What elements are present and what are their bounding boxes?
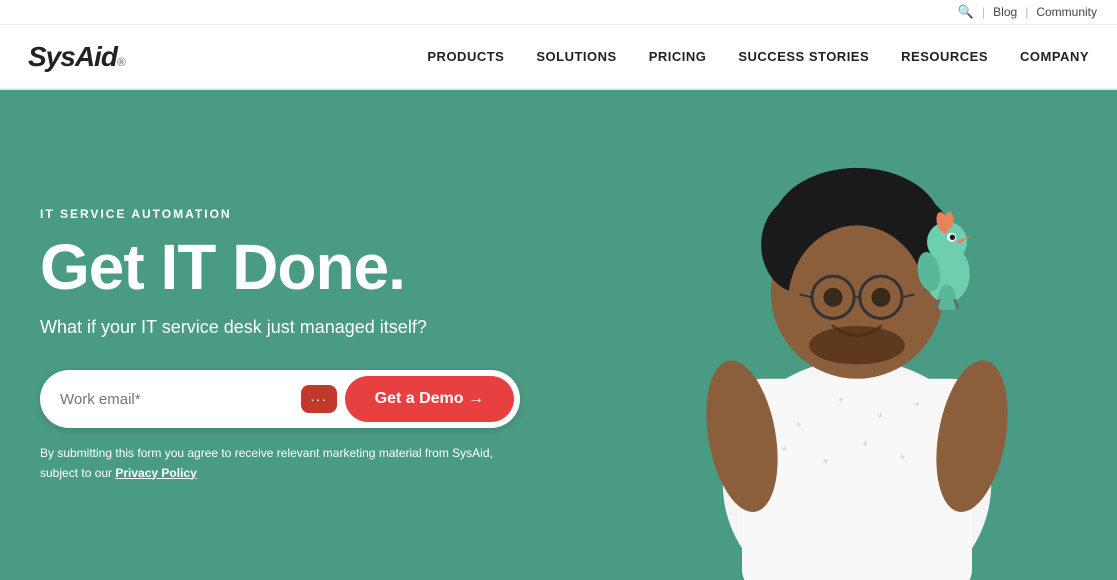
hero-tagline: What if your IT service desk just manage… bbox=[40, 317, 520, 338]
nav-item-solutions[interactable]: SOLUTIONS bbox=[536, 48, 616, 66]
nav-link-pricing[interactable]: PRICING bbox=[649, 49, 707, 64]
hero-person-area: ✈ ✈ ✈ ✈ ✈ ✈ ✈ ✈ ✈ bbox=[597, 90, 1117, 580]
chat-icon: ··· bbox=[301, 385, 337, 413]
logo-aid: Aid bbox=[75, 41, 117, 73]
nav-link-resources[interactable]: RESOURCES bbox=[901, 49, 988, 64]
email-input[interactable] bbox=[60, 391, 293, 408]
dots-icon: ··· bbox=[310, 391, 327, 407]
nav-links: PRODUCTS SOLUTIONS PRICING SUCCESS STORI… bbox=[427, 48, 1089, 66]
main-nav: SysAid® PRODUCTS SOLUTIONS PRICING SUCCE… bbox=[0, 25, 1117, 90]
hero-title: Get IT Done. bbox=[40, 235, 520, 299]
nav-item-products[interactable]: PRODUCTS bbox=[427, 48, 504, 66]
hero-form: ··· Get a Demo → bbox=[40, 370, 520, 428]
top-bar: 🔍 | Blog | Community bbox=[0, 0, 1117, 25]
logo[interactable]: SysAid® bbox=[28, 41, 125, 73]
nav-link-success-stories[interactable]: SUCCESS STORIES bbox=[738, 49, 869, 64]
blog-link[interactable]: Blog bbox=[993, 5, 1017, 19]
hero-section: IT Service Automation Get IT Done. What … bbox=[0, 90, 1117, 580]
person-illustration: ✈ ✈ ✈ ✈ ✈ ✈ ✈ ✈ ✈ bbox=[637, 120, 1077, 580]
hero-disclaimer: By submitting this form you agree to rec… bbox=[40, 444, 520, 482]
logo-sys: Sys bbox=[28, 41, 75, 73]
get-demo-button[interactable]: Get a Demo → bbox=[345, 376, 514, 422]
nav-link-solutions[interactable]: SOLUTIONS bbox=[536, 49, 616, 64]
separator2: | bbox=[1025, 5, 1028, 19]
nav-item-success-stories[interactable]: SUCCESS STORIES bbox=[738, 48, 869, 66]
nav-item-company[interactable]: COMPANY bbox=[1020, 48, 1089, 66]
hero-content: IT Service Automation Get IT Done. What … bbox=[0, 147, 560, 522]
bird-illustration bbox=[907, 210, 987, 310]
nav-link-products[interactable]: PRODUCTS bbox=[427, 49, 504, 64]
disclaimer-text: By submitting this form you agree to rec… bbox=[40, 446, 493, 479]
nav-item-pricing[interactable]: PRICING bbox=[649, 48, 707, 66]
nav-item-resources[interactable]: RESOURCES bbox=[901, 48, 988, 66]
nav-link-company[interactable]: COMPANY bbox=[1020, 49, 1089, 64]
hero-subtitle: IT Service Automation bbox=[40, 207, 520, 221]
separator: | bbox=[982, 5, 985, 19]
privacy-policy-link[interactable]: Privacy Policy bbox=[115, 466, 196, 480]
community-link[interactable]: Community bbox=[1036, 5, 1097, 19]
logo-registered: ® bbox=[117, 55, 125, 69]
search-icon[interactable]: 🔍 bbox=[958, 4, 974, 20]
